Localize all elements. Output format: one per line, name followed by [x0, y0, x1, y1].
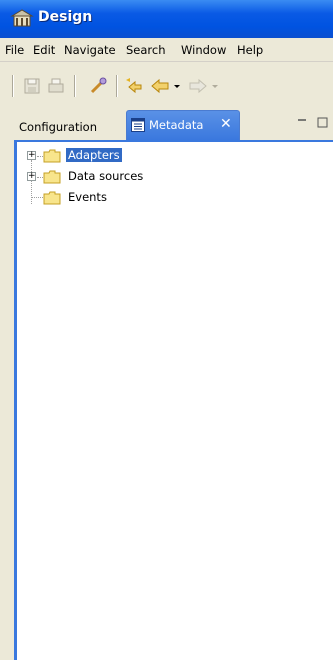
forward-dropdown-icon[interactable]	[210, 76, 220, 96]
toolbar-separator	[116, 75, 117, 97]
menu-edit[interactable]: Edit	[33, 43, 55, 57]
close-icon[interactable]: ✕	[220, 116, 232, 132]
title-bar: Design	[0, 0, 333, 38]
tree-item-label: Events	[68, 190, 107, 204]
back-dropdown-icon[interactable]	[172, 76, 182, 96]
tab-configuration[interactable]: Configuration	[14, 115, 102, 139]
tree-item-label: Data sources	[68, 169, 144, 183]
menu-bar: File Edit Navigate Search Window Help	[0, 38, 333, 62]
view-tab-row: Configuration Metadata ✕	[14, 110, 333, 140]
last-edit-icon[interactable]	[124, 76, 144, 96]
window-title: Design	[38, 9, 93, 25]
toolbar-separator	[74, 75, 75, 97]
tab-metadata[interactable]: Metadata ✕	[126, 110, 240, 140]
tree-connector	[32, 197, 43, 198]
expand-icon[interactable]: +	[27, 172, 36, 181]
menu-search[interactable]: Search	[126, 43, 166, 57]
forward-icon[interactable]	[188, 76, 208, 96]
save-icon[interactable]	[22, 76, 42, 96]
folder-icon	[43, 149, 61, 163]
app-icon	[10, 9, 34, 27]
menu-file[interactable]: File	[5, 43, 24, 57]
folder-icon	[43, 170, 61, 184]
tree-item-label: Adapters	[66, 148, 122, 162]
menu-navigate[interactable]: Navigate	[64, 43, 116, 57]
metadata-icon	[131, 118, 145, 132]
tool-icon[interactable]	[88, 76, 108, 96]
view-controls	[298, 117, 328, 128]
back-icon[interactable]	[150, 76, 170, 96]
toolbar	[0, 62, 333, 110]
toolbar-grip	[12, 75, 13, 97]
menu-window[interactable]: Window	[181, 43, 226, 57]
print-icon[interactable]	[46, 76, 66, 96]
metadata-view: + Adapters + Data sources Events	[14, 140, 333, 660]
maximize-icon[interactable]	[317, 117, 328, 128]
tab-metadata-label: Metadata	[149, 118, 204, 132]
expand-icon[interactable]: +	[27, 151, 36, 160]
menu-help[interactable]: Help	[237, 43, 263, 57]
folder-icon	[43, 191, 61, 205]
